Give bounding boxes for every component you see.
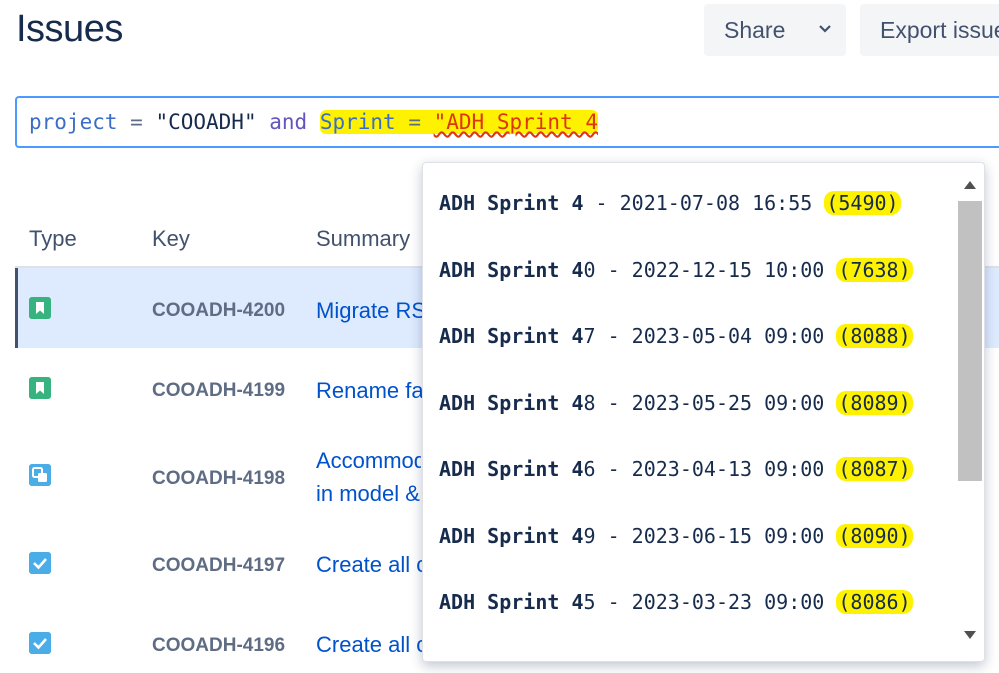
export-issues-button[interactable]: Export issues — [860, 4, 999, 56]
story-icon — [29, 377, 51, 399]
jql-operator: = — [117, 110, 156, 134]
share-label: Share — [724, 16, 786, 43]
column-header-summary[interactable]: Summary — [316, 226, 410, 252]
scrollbar-thumb[interactable] — [958, 201, 982, 481]
suggestion-item[interactable]: ADH Sprint 45 - 2023-03-23 09:00 (8086) — [439, 590, 913, 614]
column-header-type[interactable]: Type — [29, 226, 77, 252]
issue-summary[interactable]: Accommod in model & — [316, 444, 421, 510]
issue-key[interactable]: COOADH-4200 — [152, 300, 285, 322]
suggestion-item[interactable]: ADH Sprint 47 - 2023-05-04 09:00 (8088) — [439, 324, 913, 348]
export-label: Export issues — [880, 16, 999, 43]
issue-key[interactable]: COOADH-4199 — [152, 380, 285, 402]
issue-key[interactable]: COOADH-4197 — [152, 555, 285, 577]
jql-field-sprint: Sprint — [319, 110, 396, 134]
suggestion-item[interactable]: ADH Sprint 4 - 2021-07-08 16:55 (5490) — [439, 191, 901, 215]
suggestion-item[interactable]: ADH Sprint 49 - 2023-06-15 09:00 (8090) — [439, 524, 913, 548]
share-button[interactable]: Share — [704, 4, 846, 56]
chevron-down-icon — [819, 25, 831, 33]
issue-key[interactable]: COOADH-4198 — [152, 468, 285, 490]
task-icon — [29, 552, 51, 574]
scroll-down-arrow-icon[interactable] — [964, 631, 976, 639]
jql-value-sprint: "ADH Sprint 4 — [433, 110, 598, 134]
suggestion-item[interactable]: ADH Sprint 48 - 2023-05-25 09:00 (8089) — [439, 391, 913, 415]
issue-summary[interactable]: Create all c — [316, 548, 426, 581]
jql-operator: = — [395, 110, 434, 134]
scroll-up-arrow-icon[interactable] — [964, 181, 976, 189]
issue-summary[interactable]: Create all c — [316, 628, 426, 661]
suggestion-item[interactable]: ADH Sprint 40 - 2022-12-15 10:00 (7638) — [439, 258, 913, 282]
issue-key[interactable]: COOADH-4196 — [152, 635, 285, 657]
jql-search-input[interactable]: project = "COOADH" and Sprint = "ADH Spr… — [15, 96, 999, 148]
jql-field-project: project — [29, 110, 118, 134]
page-title: Issues — [16, 8, 123, 50]
task-icon — [29, 632, 51, 654]
sprint-suggestions-dropdown[interactable]: ADH Sprint 4 - 2021-07-08 16:55 (5490) A… — [422, 162, 985, 662]
issue-summary[interactable]: Migrate RS — [316, 294, 426, 327]
story-icon — [29, 297, 51, 319]
jql-value-project: "COOADH" — [155, 110, 257, 134]
suggestion-item[interactable]: ADH Sprint 46 - 2023-04-13 09:00 (8087) — [439, 457, 913, 481]
jql-keyword-and: and — [256, 110, 320, 134]
subtask-icon — [29, 464, 51, 486]
column-header-key[interactable]: Key — [152, 226, 190, 252]
issue-summary[interactable]: Rename fa — [316, 374, 426, 407]
